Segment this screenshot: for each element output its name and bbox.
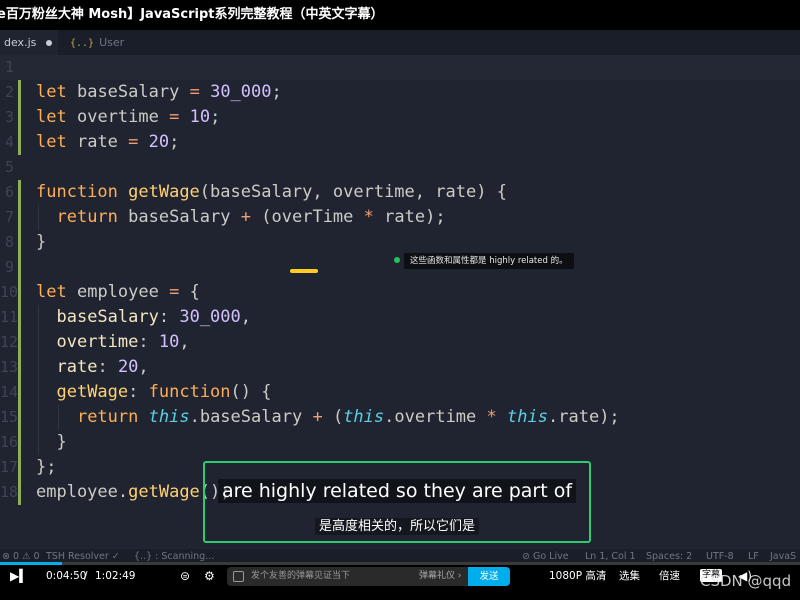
line-text: overtime: 10, <box>56 332 190 352</box>
line-text: }; <box>36 457 57 477</box>
quality-button[interactable]: 1080P 高清 <box>549 565 606 587</box>
code-line: 13 rate: 20, <box>0 355 800 380</box>
subtitle-box: are highly related so they are part of 是… <box>203 461 591 543</box>
line-text: return baseSalary + (overTime * rate); <box>56 207 446 227</box>
line-number: 8 <box>4 233 14 251</box>
highlight-marker <box>290 269 318 273</box>
danmu-settings-icon[interactable]: ⚙ <box>204 565 215 587</box>
line-number: 9 <box>4 258 14 276</box>
line-text: getWage: function() { <box>56 382 272 402</box>
code-line: 5 <box>0 155 800 180</box>
danmu-toggle-icon[interactable]: ⊜ <box>180 565 190 587</box>
line-text: employee.getWage(); <box>36 482 231 502</box>
code-line: 11 baseSalary: 30_000, <box>0 305 800 330</box>
line-text: return this.baseSalary + (this.overtime … <box>76 407 620 427</box>
video-title-bar: e百万粉丝大神 Mosh】JavaScript系列完整教程（中英文字幕） <box>0 0 800 30</box>
code-line: 9 <box>0 255 800 280</box>
tab-index-js[interactable]: dex.js <box>0 30 58 55</box>
braces-icon: {..} <box>70 38 95 49</box>
line-number: 1 <box>4 58 14 76</box>
duration: 1:02:49 <box>95 570 136 582</box>
speed-button[interactable]: 倍速 <box>659 565 680 587</box>
line-number: 7 <box>4 208 14 226</box>
code-line: 12 overtime: 10, <box>0 330 800 355</box>
csdn-watermark: CSDN @qqd <box>700 572 792 590</box>
danmu-placeholder: 发个友善的弹幕见证当下 <box>251 571 351 581</box>
line-number: 15 <box>0 408 19 426</box>
code-line: 6 function getWage(baseSalary, overtime, … <box>0 180 800 205</box>
line-number: 3 <box>4 108 14 126</box>
code-line: 10 let employee = { <box>0 280 800 305</box>
line-number: 11 <box>0 308 19 326</box>
code-line: 7 return baseSalary + (overTime * rate); <box>0 205 800 230</box>
annotation-note: 这些函数和属性都是 highly related 的。 <box>404 253 574 269</box>
line-text: function getWage(baseSalary, overtime, r… <box>36 182 507 202</box>
subtitle-english: are highly related so they are part of <box>217 479 577 503</box>
time-separator: / <box>84 570 88 582</box>
code-line: 15 return this.baseSalary + (this.overti… <box>0 405 800 430</box>
tab-label: dex.js <box>4 36 37 49</box>
line-number: 5 <box>4 158 14 176</box>
line-text: let baseSalary = 30_000; <box>36 82 282 102</box>
code-line: 1 <box>0 55 800 80</box>
line-text: rate: 20, <box>56 357 149 377</box>
player-control-bar: ▶▍ 0:04:50 / 1:02:49 ⊜ ⚙ 发个友善的弹幕见证当下 弹幕礼… <box>0 565 800 600</box>
line-number: 13 <box>0 358 19 376</box>
send-button[interactable]: 发送 <box>468 567 510 586</box>
line-text: } <box>36 232 47 252</box>
code-line: 8} <box>0 230 800 255</box>
play-pause-icon[interactable]: ▶▍ <box>10 565 28 587</box>
code-line: 2 let baseSalary = 30_000; <box>0 80 800 105</box>
current-time: 0:04:50 <box>46 570 87 582</box>
line-text: let rate = 20; <box>36 132 180 152</box>
episodes-button[interactable]: 选集 <box>619 565 640 587</box>
line-number: 12 <box>0 333 19 351</box>
line-text: } <box>56 432 67 452</box>
line-text: baseSalary: 30_000, <box>56 307 252 327</box>
video-title: e百万粉丝大神 Mosh】JavaScript系列完整教程（中英文字幕） <box>0 7 384 22</box>
line-number: 2 <box>4 83 14 101</box>
line-number: 6 <box>4 183 14 201</box>
code-line: 14 getWage: function() { <box>0 380 800 405</box>
line-text: let overtime = 10; <box>36 107 221 127</box>
line-number: 18 <box>0 483 19 501</box>
subtitle-english-line: are highly related so they are part of <box>205 479 589 503</box>
editor-tab-bar: dex.js {..}User Settings <box>0 30 800 75</box>
line-number: 14 <box>0 383 19 401</box>
line-number: 16 <box>0 433 19 451</box>
line-number: 17 <box>0 458 19 476</box>
code-line: 4 let rate = 20; <box>0 130 800 155</box>
subtitle-chinese: 是高度相关的，所以它们是 <box>314 518 479 535</box>
danmu-style-icon[interactable] <box>233 571 244 582</box>
subtitle-chinese-line: 是高度相关的，所以它们是 <box>205 515 589 535</box>
code-line: 3 let overtime = 10; <box>0 105 800 130</box>
annotation-dot-icon <box>394 257 400 263</box>
line-number: 4 <box>4 133 14 151</box>
line-number: 10 <box>0 283 19 301</box>
line-text: let employee = { <box>36 282 200 302</box>
tab-user-settings[interactable]: {..}User Settings <box>60 30 180 75</box>
code-line: 16 } <box>0 430 800 455</box>
unsaved-dot-icon[interactable] <box>46 40 52 46</box>
danmu-etiquette-link[interactable]: 弹幕礼仪 › <box>419 567 461 586</box>
danmu-input[interactable]: 发个友善的弹幕见证当下 弹幕礼仪 › 发送 <box>227 567 510 586</box>
